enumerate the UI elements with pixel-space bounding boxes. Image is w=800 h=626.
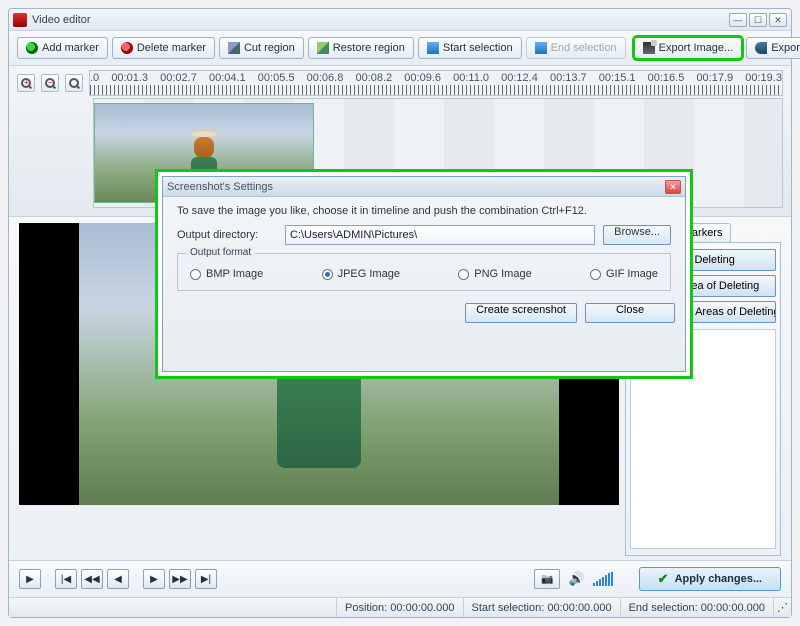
main-toolbar: Add marker Delete marker Cut region Rest… bbox=[9, 31, 791, 66]
app-icon bbox=[13, 13, 27, 27]
zoom-in-icon bbox=[21, 78, 31, 88]
radio-icon bbox=[322, 269, 333, 280]
dialog-close-button[interactable]: Close bbox=[585, 303, 675, 323]
radio-png[interactable]: PNG Image bbox=[458, 268, 531, 280]
forward-button[interactable]: ▶▶ bbox=[169, 569, 191, 589]
resize-grip[interactable]: ⋰ bbox=[773, 598, 791, 617]
check-icon: ✔ bbox=[658, 571, 669, 587]
radio-gif[interactable]: GIF Image bbox=[590, 268, 658, 280]
radio-icon bbox=[590, 269, 601, 280]
dialog-titlebar: Screenshot's Settings ✕ bbox=[163, 177, 685, 197]
go-start-button[interactable]: |◀ bbox=[55, 569, 77, 589]
step-back-button[interactable]: ◀ bbox=[107, 569, 129, 589]
speaker-icon[interactable]: 🔊 bbox=[568, 571, 584, 587]
create-screenshot-button[interactable]: Create screenshot bbox=[465, 303, 577, 323]
zoom-fit-icon bbox=[69, 78, 79, 88]
selection-start-icon bbox=[427, 42, 439, 54]
apply-changes-button[interactable]: ✔Apply changes... bbox=[639, 567, 781, 591]
browse-button[interactable]: Browse... bbox=[603, 225, 671, 245]
status-start: Start selection: 00:00:00.000 bbox=[463, 598, 620, 617]
step-fwd-button[interactable]: ▶ bbox=[143, 569, 165, 589]
radio-bmp[interactable]: BMP Image bbox=[190, 268, 263, 280]
dialog-instruction: To save the image you like, choose it in… bbox=[177, 205, 671, 217]
zoom-out-icon bbox=[45, 78, 55, 88]
rewind-button[interactable]: ◀◀ bbox=[81, 569, 103, 589]
titlebar: Video editor — ☐ ✕ bbox=[9, 9, 791, 31]
start-selection-button[interactable]: Start selection bbox=[418, 37, 522, 59]
output-directory-label: Output directory: bbox=[177, 229, 277, 241]
screenshot-settings-dialog: Screenshot's Settings ✕ To save the imag… bbox=[162, 176, 686, 372]
scissors-icon bbox=[228, 42, 240, 54]
window-title: Video editor bbox=[32, 14, 729, 26]
dialog-title: Screenshot's Settings bbox=[167, 181, 273, 193]
audio-export-icon bbox=[755, 42, 767, 54]
delete-marker-button[interactable]: Delete marker bbox=[112, 37, 215, 59]
playback-controls: ▶ |◀ ◀◀ ◀ ▶ ▶▶ ▶| 📷 🔊 ✔Apply changes... bbox=[9, 560, 791, 597]
volume-slider[interactable] bbox=[593, 572, 613, 586]
dialog-close-x[interactable]: ✕ bbox=[665, 180, 681, 194]
minimize-button[interactable]: — bbox=[729, 13, 747, 27]
screenshot-settings-highlight: Screenshot's Settings ✕ To save the imag… bbox=[158, 172, 690, 376]
add-marker-button[interactable]: Add marker bbox=[17, 37, 108, 59]
radio-icon bbox=[458, 269, 469, 280]
close-button[interactable]: ✕ bbox=[769, 13, 787, 27]
restore-region-button[interactable]: Restore region bbox=[308, 37, 414, 59]
end-selection-button: End selection bbox=[526, 37, 626, 59]
output-format-group: Output format BMP Image JPEG Image PNG I… bbox=[177, 253, 671, 291]
marker-add-icon bbox=[26, 42, 38, 54]
timeline-ruler[interactable]: .000:01.300:02.700:04.100:05.500:06.800:… bbox=[89, 70, 783, 96]
go-end-button[interactable]: ▶| bbox=[195, 569, 217, 589]
play-button[interactable]: ▶ bbox=[19, 569, 41, 589]
radio-icon bbox=[190, 269, 201, 280]
restore-icon bbox=[317, 42, 329, 54]
output-format-legend: Output format bbox=[186, 247, 255, 258]
zoom-fit-button[interactable] bbox=[65, 74, 83, 92]
marker-delete-icon bbox=[121, 42, 133, 54]
export-image-button[interactable]: Export Image... bbox=[634, 37, 743, 59]
zoom-in-button[interactable] bbox=[17, 74, 35, 92]
maximize-button[interactable]: ☐ bbox=[749, 13, 767, 27]
cut-region-button[interactable]: Cut region bbox=[219, 37, 304, 59]
output-directory-input[interactable]: C:\Users\ADMIN\Pictures\ bbox=[285, 225, 595, 245]
status-end: End selection: 00:00:00.000 bbox=[620, 598, 773, 617]
screenshot-button[interactable]: 📷 bbox=[534, 569, 560, 589]
status-bar: Position: 00:00:00.000 Start selection: … bbox=[9, 597, 791, 617]
camera-icon bbox=[643, 42, 655, 54]
status-position: Position: 00:00:00.000 bbox=[336, 598, 463, 617]
zoom-out-button[interactable] bbox=[41, 74, 59, 92]
selection-end-icon bbox=[535, 42, 547, 54]
radio-jpeg[interactable]: JPEG Image bbox=[322, 268, 400, 280]
export-audio-button[interactable]: Export Audio... bbox=[746, 37, 800, 59]
